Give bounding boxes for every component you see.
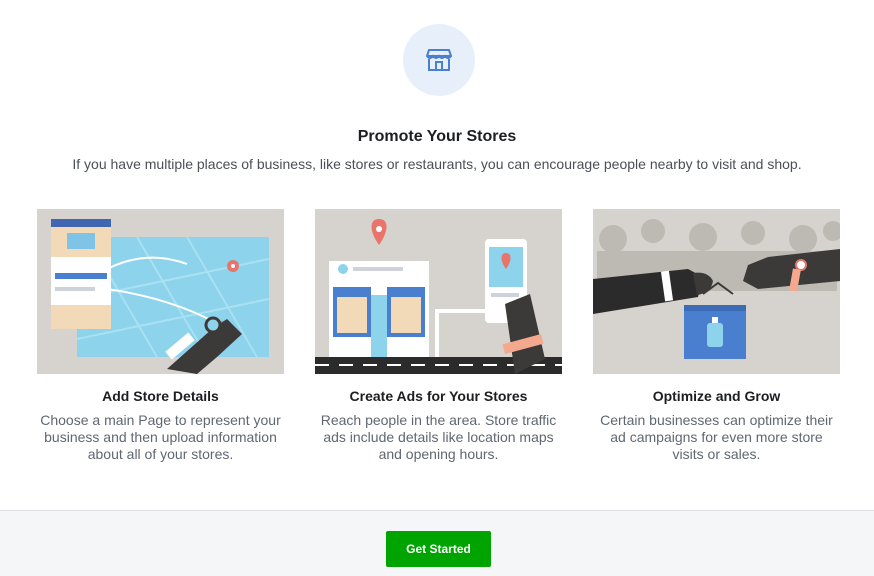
page-title: Promote Your Stores	[357, 128, 517, 145]
card-title: Optimize and Grow	[652, 388, 781, 404]
card-title: Add Store Details	[102, 388, 219, 404]
card-optimize-grow: Optimize and Grow Certain businesses can…	[593, 209, 840, 463]
map-pins-illustration	[37, 209, 284, 374]
card-description: Certain businesses can optimize their ad…	[600, 412, 833, 462]
card-description: Reach people in the area. Store traffic …	[320, 412, 557, 462]
get-started-button[interactable]: Get Started	[386, 531, 491, 567]
card-add-store-details: Add Store Details Choose a main Page to …	[37, 209, 284, 463]
card-description: Choose a main Page to represent your bus…	[40, 412, 281, 462]
page-subtitle: If you have multiple places of business,…	[72, 156, 802, 172]
storefront-icon	[426, 49, 452, 71]
card-create-ads: Create Ads for Your Stores Reach people …	[315, 209, 562, 463]
storefront-icon-circle	[403, 24, 475, 96]
shopping-bag-illustration	[593, 209, 840, 374]
card-title: Create Ads for Your Stores	[349, 388, 528, 404]
storefront-phone-illustration	[315, 209, 562, 374]
